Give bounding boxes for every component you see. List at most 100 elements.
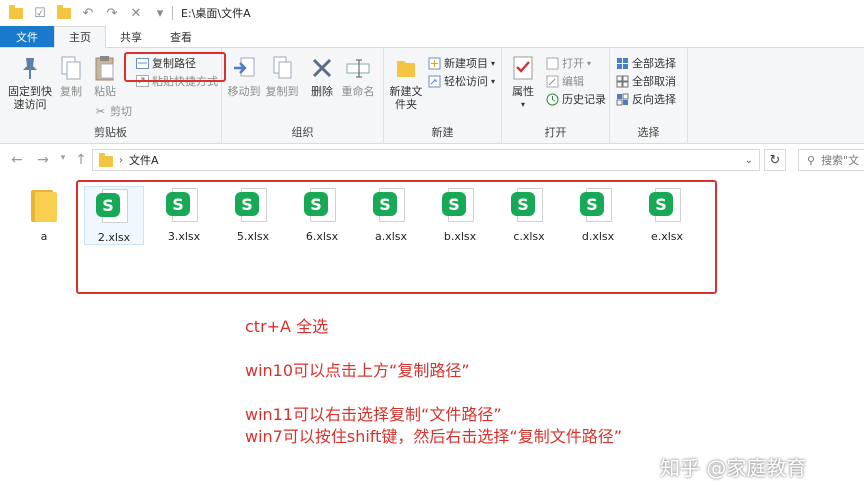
copy-button[interactable]: 复制 <box>56 54 86 98</box>
select-none-button[interactable]: 全部取消 <box>616 72 676 90</box>
new-folder-icon <box>393 54 419 82</box>
properties-icon[interactable]: ☑ <box>32 5 48 21</box>
group-organize: 移动到 复制到 删除 重命名 组织 <box>222 48 384 144</box>
edit-label: 编辑 <box>562 75 584 88</box>
title-separator <box>172 6 173 20</box>
delete-icon[interactable]: ✕ <box>128 5 144 21</box>
move-to-button[interactable]: 移动到 <box>226 54 262 98</box>
open-icon <box>546 57 559 70</box>
copy-to-icon <box>269 54 295 82</box>
group-select: 全部选择 全部取消 反向选择 选择 <box>610 48 688 144</box>
pin-quick-access-button[interactable]: 固定到快速访问 <box>6 54 54 111</box>
rename-icon <box>345 54 371 82</box>
invert-selection-label: 反向选择 <box>632 93 676 106</box>
tab-share[interactable]: 共享 <box>106 26 156 47</box>
delete-label: 删除 <box>311 85 333 98</box>
new-item-dropdown-icon: ▾ <box>491 58 496 68</box>
undo-icon[interactable]: ↶ <box>80 5 96 21</box>
select-none-icon <box>616 75 629 88</box>
history-label: 历史记录 <box>562 93 606 106</box>
quick-access-toolbar: ☑ ↶ ↷ ✕ ▾ <box>0 4 168 21</box>
breadcrumb-chevron-icon[interactable]: › <box>119 155 123 166</box>
breadcrumb-folder[interactable]: 文件A <box>129 152 159 168</box>
new-folder-label: 新建文件夹 <box>389 85 423 111</box>
note-line: win10可以点击上方“复制路径” <box>245 361 470 380</box>
refresh-icon: ↻ <box>769 152 781 168</box>
paste-button[interactable]: 粘贴 <box>90 54 120 98</box>
title-bar: ☑ ↶ ↷ ✕ ▾ E:\桌面\文件A <box>0 0 864 26</box>
search-box[interactable]: ⚲ 搜索"文 <box>798 149 864 171</box>
copy-icon <box>58 54 84 82</box>
address-bar[interactable]: › 文件A ⌄ <box>92 149 760 171</box>
new-folder-icon[interactable] <box>56 4 72 21</box>
group-label-new: 新建 <box>431 126 454 139</box>
select-all-button[interactable]: 全部选择 <box>616 54 676 72</box>
easy-access-icon <box>428 75 441 88</box>
rename-label: 重命名 <box>341 85 375 98</box>
select-all-label: 全部选择 <box>632 57 676 70</box>
history-button[interactable]: 历史记录 <box>546 90 606 108</box>
copy-to-button[interactable]: 复制到 <box>264 54 300 98</box>
easy-access-label: 轻松访问 <box>444 75 488 88</box>
note-line <box>245 382 622 392</box>
copy-to-label: 复制到 <box>265 85 299 98</box>
folder-icon <box>31 186 57 222</box>
move-to-label: 移动到 <box>227 85 261 98</box>
file-name: a <box>40 230 48 243</box>
address-folder-icon <box>99 153 113 167</box>
select-all-icon <box>616 57 629 70</box>
ribbon-tabs: 文件 主页 共享 查看 <box>0 26 864 48</box>
redo-icon[interactable]: ↷ <box>104 5 120 21</box>
new-item-button[interactable]: 新建项目 ▾ <box>428 54 495 72</box>
back-arrow-icon[interactable]: ← <box>8 152 26 168</box>
group-label-select: 选择 <box>637 126 660 139</box>
invert-selection-button[interactable]: 反向选择 <box>616 90 676 108</box>
note-line: ctr+A 全选 <box>245 317 329 336</box>
file-item-folder-a[interactable]: a <box>14 186 74 243</box>
note-line <box>245 338 622 348</box>
tab-file[interactable]: 文件 <box>0 26 54 47</box>
open-dropdown-icon: ▾ <box>587 58 592 68</box>
watermark: 知乎 @家庭教育 <box>660 456 807 480</box>
tab-home[interactable]: 主页 <box>54 26 106 48</box>
properties-dropdown-icon: ▾ <box>520 100 525 109</box>
rename-button[interactable]: 重命名 <box>340 54 376 98</box>
group-new: 新建文件夹 新建项目 ▾ 轻松访问 ▾ 新建 <box>384 48 502 144</box>
cut-button[interactable]: ✂ 剪切 <box>94 102 132 120</box>
open-button[interactable]: 打开 ▾ <box>546 54 591 72</box>
invert-selection-icon <box>616 93 629 106</box>
scissors-icon: ✂ <box>95 104 106 118</box>
delete-button[interactable]: 删除 <box>308 54 336 98</box>
copy-path-highlight <box>124 52 226 82</box>
new-item-label: 新建项目 <box>444 57 488 70</box>
tab-view[interactable]: 查看 <box>156 26 206 47</box>
recent-dropdown-icon[interactable]: ▾ <box>54 153 72 163</box>
pin-label: 固定到快速访问 <box>8 85 52 111</box>
address-row: ← → ▾ ↑ › 文件A ⌄ ↻ ⚲ 搜索"文 <box>0 147 864 175</box>
paste-label: 粘贴 <box>94 85 116 98</box>
note-line: win7可以按住shift键，然后右击选择“复制文件路径” <box>245 427 622 446</box>
cut-label: 剪切 <box>110 105 132 118</box>
pin-icon <box>17 54 43 82</box>
select-none-label: 全部取消 <box>632 75 676 88</box>
group-label-open: 打开 <box>544 126 567 139</box>
search-placeholder: 搜索"文 <box>821 154 860 167</box>
edit-button[interactable]: 编辑 <box>546 72 584 90</box>
folder-icon <box>8 4 24 21</box>
open-label: 打开 <box>562 57 584 70</box>
customize-dropdown-icon[interactable]: ▾ <box>152 5 168 21</box>
refresh-button[interactable]: ↻ <box>764 149 786 171</box>
up-arrow-icon[interactable]: ↑ <box>72 152 90 168</box>
properties-button[interactable]: 属性 ▾ <box>508 54 538 111</box>
window-title: E:\桌面\文件A <box>181 7 251 20</box>
properties-label: 属性 <box>512 85 534 98</box>
group-label-organize: 组织 <box>291 126 314 139</box>
annotation-notes: ctr+A 全选 win10可以点击上方“复制路径” win11可以右击选择复制… <box>245 316 622 448</box>
paste-icon <box>92 54 118 82</box>
properties-check-icon <box>510 54 536 82</box>
forward-arrow-icon[interactable]: → <box>34 152 52 168</box>
copy-label: 复制 <box>60 85 82 98</box>
new-folder-button[interactable]: 新建文件夹 <box>388 54 424 111</box>
address-dropdown-icon[interactable]: ⌄ <box>745 155 753 166</box>
easy-access-button[interactable]: 轻松访问 ▾ <box>428 72 495 90</box>
